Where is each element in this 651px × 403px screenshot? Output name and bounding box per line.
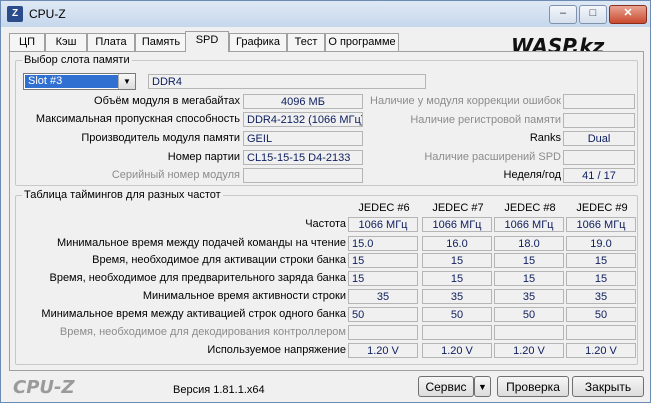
tab-memory[interactable]: Память: [135, 33, 187, 51]
slot-group-title: Выбор слота памяти: [22, 54, 132, 66]
timing-cell: 15: [566, 271, 636, 286]
manufacturer-value: GEIL: [243, 131, 363, 146]
validate-button[interactable]: Проверка: [497, 376, 569, 397]
spd-panel: Выбор слота памяти Slot #3 ▼ DDR4 Объём …: [9, 51, 644, 371]
module-size-value: 4096 МБ: [243, 94, 363, 109]
timing-cell: 19.0: [566, 236, 636, 251]
timing-row-label: Используемое напряжение: [207, 344, 346, 356]
timing-cell: 1066 МГц: [348, 217, 418, 232]
timing-row-label: Время, необходимое для предварительного …: [49, 272, 346, 284]
tab-cache[interactable]: Кэш: [45, 33, 87, 51]
slot-group: Выбор слота памяти Slot #3 ▼ DDR4 Объём …: [15, 54, 638, 186]
col-header-jedec8: JEDEC #8: [504, 202, 556, 214]
col-header-jedec9: JEDEC #9: [576, 202, 628, 214]
timing-row-label: Время, необходимое для декодирования кон…: [59, 326, 346, 338]
serial-number-value: [243, 168, 363, 183]
timing-cell: 16.0: [422, 236, 492, 251]
week-year-label: Неделя/год: [503, 169, 562, 181]
timing-row-label: Минимальное время между подачей команды …: [57, 237, 346, 249]
timing-cell: 15: [422, 271, 492, 286]
timing-cell: 15: [348, 253, 418, 268]
version-label: Версия 1.81.1.x64: [173, 384, 265, 396]
timing-cell: 1.20 V: [348, 343, 418, 358]
timing-cell: 15: [422, 253, 492, 268]
cpu-z-icon: Z: [7, 6, 23, 22]
timing-cell: 1.20 V: [422, 343, 492, 358]
cpuz-window: Z CPU-Z – □ ✕ ЦП Кэш Плата Память SPD Гр…: [0, 0, 651, 403]
timing-cell: [422, 325, 492, 340]
timing-cell: 1066 МГц: [422, 217, 492, 232]
chevron-down-icon[interactable]: ▼: [118, 74, 135, 89]
timing-cell: 15.0: [348, 236, 418, 251]
week-year-value: 41 / 17: [563, 168, 635, 183]
slot-select[interactable]: Slot #3 ▼: [23, 73, 136, 90]
registered-value: [563, 113, 635, 128]
timing-cell: 1066 МГц: [566, 217, 636, 232]
timing-cell: 50: [566, 307, 636, 322]
timing-row-label: Время, необходимое для активации строки …: [92, 254, 346, 266]
timing-cell: [494, 325, 564, 340]
window-title: CPU-Z: [29, 7, 66, 21]
timing-cell: 1.20 V: [566, 343, 636, 358]
max-bandwidth-label: Максимальная пропускная способность: [35, 113, 240, 125]
tab-bench[interactable]: Тест: [287, 33, 325, 51]
ranks-label: Ranks: [529, 132, 561, 144]
timing-cell: 50: [422, 307, 492, 322]
registered-label: Наличие регистровой памяти: [410, 114, 561, 126]
timing-cell: 15: [566, 253, 636, 268]
col-header-jedec6: JEDEC #6: [358, 202, 410, 214]
timing-cell: 18.0: [494, 236, 564, 251]
timing-cell: [348, 325, 418, 340]
timing-row-label: Минимальное время между активацией строк…: [41, 308, 346, 320]
minimize-button[interactable]: –: [549, 5, 577, 24]
timing-cell: 50: [348, 307, 418, 322]
tab-about[interactable]: О программе: [325, 33, 399, 51]
serial-number-label: Серийный номер модуля: [111, 169, 240, 181]
cpu-z-logo: CPU-Z: [13, 377, 75, 398]
timing-cell: 50: [494, 307, 564, 322]
maximize-button[interactable]: □: [579, 5, 607, 24]
manufacturer-label: Производитель модуля памяти: [81, 132, 240, 144]
module-size-label: Объём модуля в мегабайтах: [94, 95, 240, 107]
timing-cell: [566, 325, 636, 340]
ecc-value: [563, 94, 635, 109]
timing-cell: 35: [422, 289, 492, 304]
timing-cell: 35: [566, 289, 636, 304]
tab-mainboard[interactable]: Плата: [87, 33, 135, 51]
tools-button[interactable]: Сервис: [418, 376, 474, 397]
tab-cpu[interactable]: ЦП: [9, 33, 45, 51]
timing-cell: 1066 МГц: [494, 217, 564, 232]
timing-row-label: Минимальное время активности строки: [142, 290, 346, 302]
tab-spd[interactable]: SPD: [185, 31, 229, 52]
ranks-value: Dual: [563, 131, 635, 146]
timing-cell: 1.20 V: [494, 343, 564, 358]
timings-group: Таблица таймингов для разных частот JEDE…: [15, 189, 638, 365]
timing-cell: 15: [348, 271, 418, 286]
close-window-button[interactable]: ✕: [609, 5, 647, 24]
ecc-label: Наличие у модуля коррекции ошибок: [370, 95, 561, 107]
part-number-value: CL15-15-15 D4-2133: [243, 150, 363, 165]
title-bar[interactable]: Z CPU-Z – □ ✕: [1, 1, 650, 27]
timing-cell: 15: [494, 271, 564, 286]
max-bandwidth-value: DDR4-2132 (1066 МГц): [243, 112, 363, 127]
timings-group-title: Таблица таймингов для разных частот: [22, 189, 223, 201]
close-button[interactable]: Закрыть: [572, 376, 644, 397]
tools-dropdown-button[interactable]: ▼: [474, 376, 491, 397]
tab-graphics[interactable]: Графика: [229, 33, 287, 51]
timing-cell: 15: [494, 253, 564, 268]
spd-ext-value: [563, 150, 635, 165]
col-header-jedec7: JEDEC #7: [432, 202, 484, 214]
part-number-label: Номер партии: [167, 151, 240, 163]
spd-ext-label: Наличие расширений SPD: [424, 151, 561, 163]
timing-cell: 35: [348, 289, 418, 304]
timing-cell: 35: [494, 289, 564, 304]
slot-select-value: Slot #3: [25, 75, 120, 88]
timing-row-label: Частота: [305, 218, 346, 230]
memory-type-field: DDR4: [148, 74, 426, 89]
